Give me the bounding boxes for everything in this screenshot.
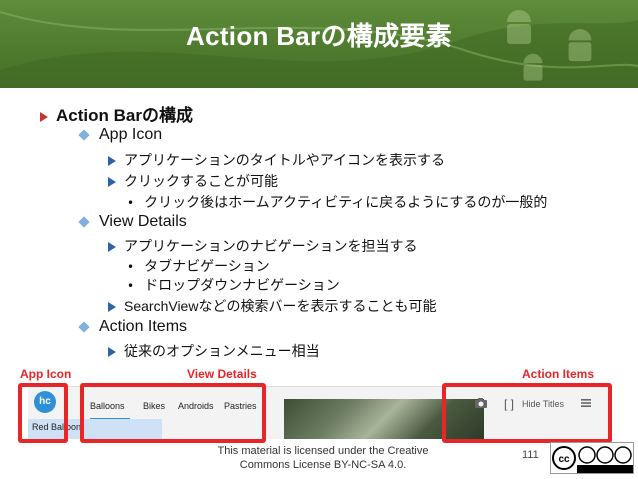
subpoint-text: ドロップダウンナビゲーション <box>144 278 340 294</box>
diamond-bullet-icon <box>78 216 90 228</box>
android-robot-icon <box>523 53 543 81</box>
point-text: SearchViewなどの検索バーを表示することも可能 <box>124 298 437 314</box>
triangle-bullet-icon <box>108 156 116 166</box>
slide-title: Action Barの構成要素 <box>186 21 452 51</box>
triangle-bullet-icon <box>40 111 48 122</box>
dot-bullet-icon: • <box>127 196 135 210</box>
label-view-details: View Details <box>187 367 257 381</box>
section-label: Action Items <box>99 318 188 335</box>
cc-license-icon: cc <box>550 442 634 474</box>
list-item: クリックすることが可能 <box>108 171 278 191</box>
license-line: Commons License BY-NC-SA 4.0. <box>239 459 407 471</box>
list-item: • タブナビゲーション <box>127 256 270 276</box>
triangle-bullet-icon <box>108 302 116 313</box>
page-number: 111 <box>522 449 539 461</box>
highlight-app-icon <box>18 383 68 443</box>
dot-bullet-icon: • <box>127 279 135 293</box>
point-text: 従来のオプションメニュー相当 <box>124 344 320 360</box>
license-line: This material is licensed under the Crea… <box>217 445 429 457</box>
triangle-bullet-icon <box>108 242 116 252</box>
highlight-action-items <box>442 383 612 443</box>
point-text: アプリケーションのナビゲーションを担当する <box>124 239 418 255</box>
section-label: App Icon <box>99 126 163 143</box>
outline-heading: Action Barの構成 <box>40 101 193 126</box>
slide-header: Action Barの構成要素 <box>0 0 638 88</box>
diamond-bullet-icon <box>78 321 90 333</box>
outline-heading-text: Action Barの構成 <box>56 106 193 125</box>
subpoint-text: タブナビゲーション <box>144 259 270 275</box>
list-item: アプリケーションのナビゲーションを担当する <box>108 236 417 256</box>
svg-text:cc: cc <box>558 454 570 465</box>
license-notice: This material is licensed under the Crea… <box>214 444 432 472</box>
triangle-bullet-icon <box>108 177 116 187</box>
triangle-bullet-icon <box>108 347 116 357</box>
list-item: 従来のオプションメニュー相当 <box>108 341 320 361</box>
list-item: • クリック後はホームアクティビティに戻るようにするのが一般的 <box>127 192 547 212</box>
section-view-details: View Details <box>78 213 187 231</box>
label-app-icon: App Icon <box>20 367 72 381</box>
list-item: SearchViewなどの検索バーを表示することも可能 <box>108 296 436 316</box>
subpoint-text: クリック後はホームアクティビティに戻るようにするのが一般的 <box>144 195 548 211</box>
point-text: アプリケーションのタイトルやアイコンを表示する <box>124 153 446 169</box>
highlight-view-details <box>80 383 266 443</box>
diamond-bullet-icon <box>78 129 90 141</box>
section-app-icon: App Icon <box>78 126 163 144</box>
section-action-items: Action Items <box>78 318 188 336</box>
dot-bullet-icon: • <box>127 260 135 274</box>
point-text: クリックすることが可能 <box>124 174 278 190</box>
list-item: アプリケーションのタイトルやアイコンを表示する <box>108 150 445 170</box>
label-action-items: Action Items <box>522 367 595 381</box>
section-label: View Details <box>99 213 187 230</box>
list-item: • ドロップダウンナビゲーション <box>127 275 340 295</box>
